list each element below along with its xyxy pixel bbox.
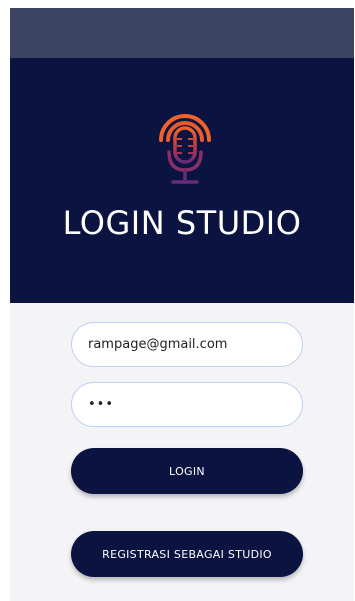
status-bar: [10, 8, 354, 58]
app-screen: LOGIN STUDIO LOGIN REGISTRASI SEBAGAI ST…: [10, 8, 354, 601]
password-field[interactable]: [71, 382, 303, 427]
header-banner: LOGIN STUDIO: [10, 58, 354, 303]
studio-microphone-icon: [159, 114, 211, 184]
email-field[interactable]: [71, 322, 303, 367]
page-title: LOGIN STUDIO: [62, 204, 302, 242]
login-button[interactable]: LOGIN: [71, 448, 303, 494]
register-studio-button[interactable]: REGISTRASI SEBAGAI STUDIO: [71, 531, 303, 577]
